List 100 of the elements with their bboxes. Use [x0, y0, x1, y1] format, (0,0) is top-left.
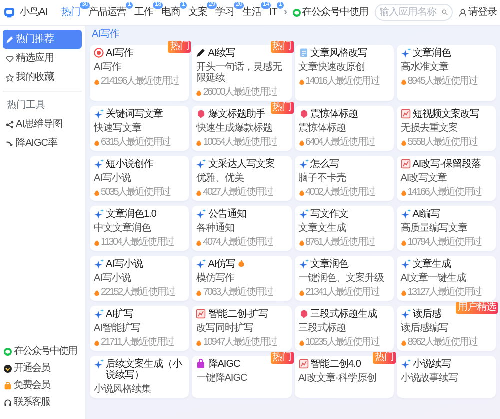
- app-card[interactable]: 智能二创-扩写 改写同时扩写 10947人最近使用过: [192, 306, 292, 351]
- sparkle-icon: [94, 309, 104, 319]
- card-title: AI仿写: [208, 259, 236, 270]
- app-card[interactable]: AI扩写 AI智能扩写 21711人最近使用过: [90, 306, 190, 351]
- edit-icon: [400, 109, 411, 119]
- pencil-icon: [6, 36, 14, 44]
- wechat-link[interactable]: 在公众号中使用: [302, 7, 368, 18]
- card-title: 短视频文案改写: [412, 109, 480, 120]
- footer-link[interactable]: 免费会员: [3, 377, 82, 394]
- category-tab[interactable]: 电商: [161, 7, 180, 18]
- card-title: 爆文标题助手: [208, 109, 266, 120]
- usage-count: 5558人最近使用过: [408, 137, 477, 148]
- usage-count: 14016人最近使用过: [306, 76, 380, 87]
- tag-label: 热门: [270, 102, 294, 114]
- flame-icon: [298, 288, 304, 296]
- app-card[interactable]: 公告通知 各种通知 4074人最近使用过: [192, 206, 292, 251]
- usage-count: 10794人最近使用过: [408, 237, 482, 248]
- app-card[interactable]: 文章生成 AI文章一键生成 13127人最近使用过: [396, 256, 496, 301]
- card-description: 脑子不卡壳: [298, 173, 347, 184]
- card-description: 一键降AIGC: [196, 373, 248, 384]
- card-title: 读后感: [412, 309, 442, 320]
- login-link[interactable]: 请登录: [468, 7, 497, 18]
- footer-link[interactable]: 联系客服: [3, 394, 82, 411]
- flame-icon: [196, 288, 202, 296]
- section-title: AI写作: [92, 29, 121, 40]
- scroll-arrow[interactable]: ›: [284, 7, 287, 18]
- app-card[interactable]: 短视频文案改写 无损去重文案 5558人最近使用过: [396, 106, 496, 151]
- sparkle-icon: [400, 359, 411, 369]
- search-icon: [442, 9, 448, 16]
- card-title: 智能二创4.0: [310, 359, 361, 370]
- card-title: AI扩写: [106, 309, 134, 320]
- card-title: 震惊体标题: [310, 109, 358, 120]
- sidebar-item[interactable]: AI思维导图: [3, 115, 82, 134]
- app-card[interactable]: 短小说创作 AI写小说 5035人最近使用过: [90, 156, 190, 201]
- flame-icon: [298, 338, 304, 346]
- category-tab[interactable]: 热门: [61, 7, 80, 18]
- app-card[interactable]: 震惊体标题 震惊体标题 6404人最近使用过: [294, 106, 394, 151]
- footer-link[interactable]: 在公众号中使用: [3, 343, 82, 360]
- flame-icon: [400, 288, 407, 296]
- share-icon: [6, 120, 14, 128]
- card-description: 高水准文章: [400, 62, 450, 73]
- app-card[interactable]: 文章润色1.0 中文文章润色 11304人最近使用过: [90, 206, 190, 251]
- flame-icon: [400, 238, 407, 246]
- app-card[interactable]: 怎么写 脑子不卡壳 4002人最近使用过: [294, 156, 394, 201]
- card-title: 文章风格改写: [310, 48, 368, 59]
- flame-icon: [298, 78, 304, 86]
- card-description: 震惊体标题: [298, 123, 347, 134]
- tag-label: 热门: [372, 352, 396, 364]
- app-card[interactable]: 三段式标题生成 三段式标题 10235人最近使用过: [294, 306, 394, 351]
- app-card[interactable]: AI编写 高质量编写文章 10794人最近使用过: [396, 206, 496, 251]
- app-card[interactable]: 文章润色 一键润色、文案升级 21341人最近使用过: [294, 256, 394, 301]
- card-title: AI改写-保留段落: [412, 159, 482, 170]
- footer-link[interactable]: 开通会员: [3, 360, 82, 377]
- app-card[interactable]: 关键词写文章 快速写文章 6315人最近使用过: [90, 106, 190, 151]
- app-card[interactable]: 文章风格改写 文章快速改原创 14016人最近使用过: [294, 45, 394, 101]
- sidebar-item[interactable]: 我的收藏: [3, 68, 82, 87]
- category-tab[interactable]: 学习: [215, 7, 234, 18]
- sidebar-item[interactable]: 降AIGC率: [3, 134, 82, 153]
- card-description: 改写同时扩写: [196, 323, 254, 334]
- usage-count: 10235人最近使用过: [306, 337, 380, 348]
- category-tab[interactable]: 文案: [188, 7, 208, 18]
- usage-count: 14166人最近使用过: [408, 187, 482, 198]
- card-title: 公告通知: [208, 209, 246, 220]
- category-tab[interactable]: 生活: [242, 7, 262, 18]
- category-tab[interactable]: 工作: [134, 7, 154, 18]
- usage-count: 8945人最近使用过: [408, 76, 477, 87]
- app-card[interactable]: 文采达人写文案 优雅、优美 4027人最近使用过: [192, 156, 292, 201]
- flame-icon: [94, 78, 100, 86]
- card-description: AI写小说: [94, 273, 132, 284]
- curved-arrow-icon: [6, 140, 14, 148]
- app-card[interactable]: 后续文案生成（小说续写） 小说风格续集: [90, 356, 190, 398]
- card-description: 小说故事续写: [400, 373, 459, 384]
- card-title: AI续写: [208, 48, 236, 59]
- card-title: 关键词写文章: [106, 109, 163, 120]
- edit-icon: [298, 359, 308, 369]
- flame-icon: [298, 188, 304, 196]
- usage-count: 214196人最近使用过: [101, 76, 179, 87]
- card-description: 无损去重文案: [400, 123, 459, 134]
- flame-icon: [298, 138, 304, 146]
- app-card[interactable]: AI写小说 AI写小说 22152人最近使用过: [90, 256, 190, 301]
- category-tab[interactable]: IT: [269, 7, 278, 18]
- usage-count: 7063人最近使用过: [203, 287, 272, 298]
- app-card[interactable]: 写文作文 文章文生成 8761人最近使用过: [294, 206, 394, 251]
- card-description: AI改写文章: [400, 173, 448, 184]
- card-description: AI智能扩写: [94, 323, 142, 334]
- card-title: 写文作文: [310, 209, 348, 220]
- app-card[interactable]: 小说续写 小说故事续写: [396, 356, 496, 398]
- app-card[interactable]: AI仿写 模仿写作 7063人最近使用过: [192, 256, 292, 301]
- sidebar-item[interactable]: 精选应用: [3, 49, 82, 68]
- app-card[interactable]: AI改写-保留段落 AI改写文章 14166人最近使用过: [396, 156, 496, 201]
- card-title: AI编写: [412, 209, 440, 220]
- flame-icon: [400, 338, 407, 346]
- card-title: 智能二创-扩写: [208, 309, 268, 320]
- usage-count: 6315人最近使用过: [101, 137, 170, 148]
- card-description: 读后感编写: [400, 323, 450, 334]
- app-card[interactable]: 文章润色 高水准文章 8945人最近使用过: [396, 45, 496, 101]
- document-icon: [298, 48, 308, 58]
- usage-count: 8962人最近使用过: [408, 337, 477, 348]
- usage-count: 22152人最近使用过: [101, 287, 175, 298]
- category-tab[interactable]: 产品运营: [88, 7, 126, 18]
